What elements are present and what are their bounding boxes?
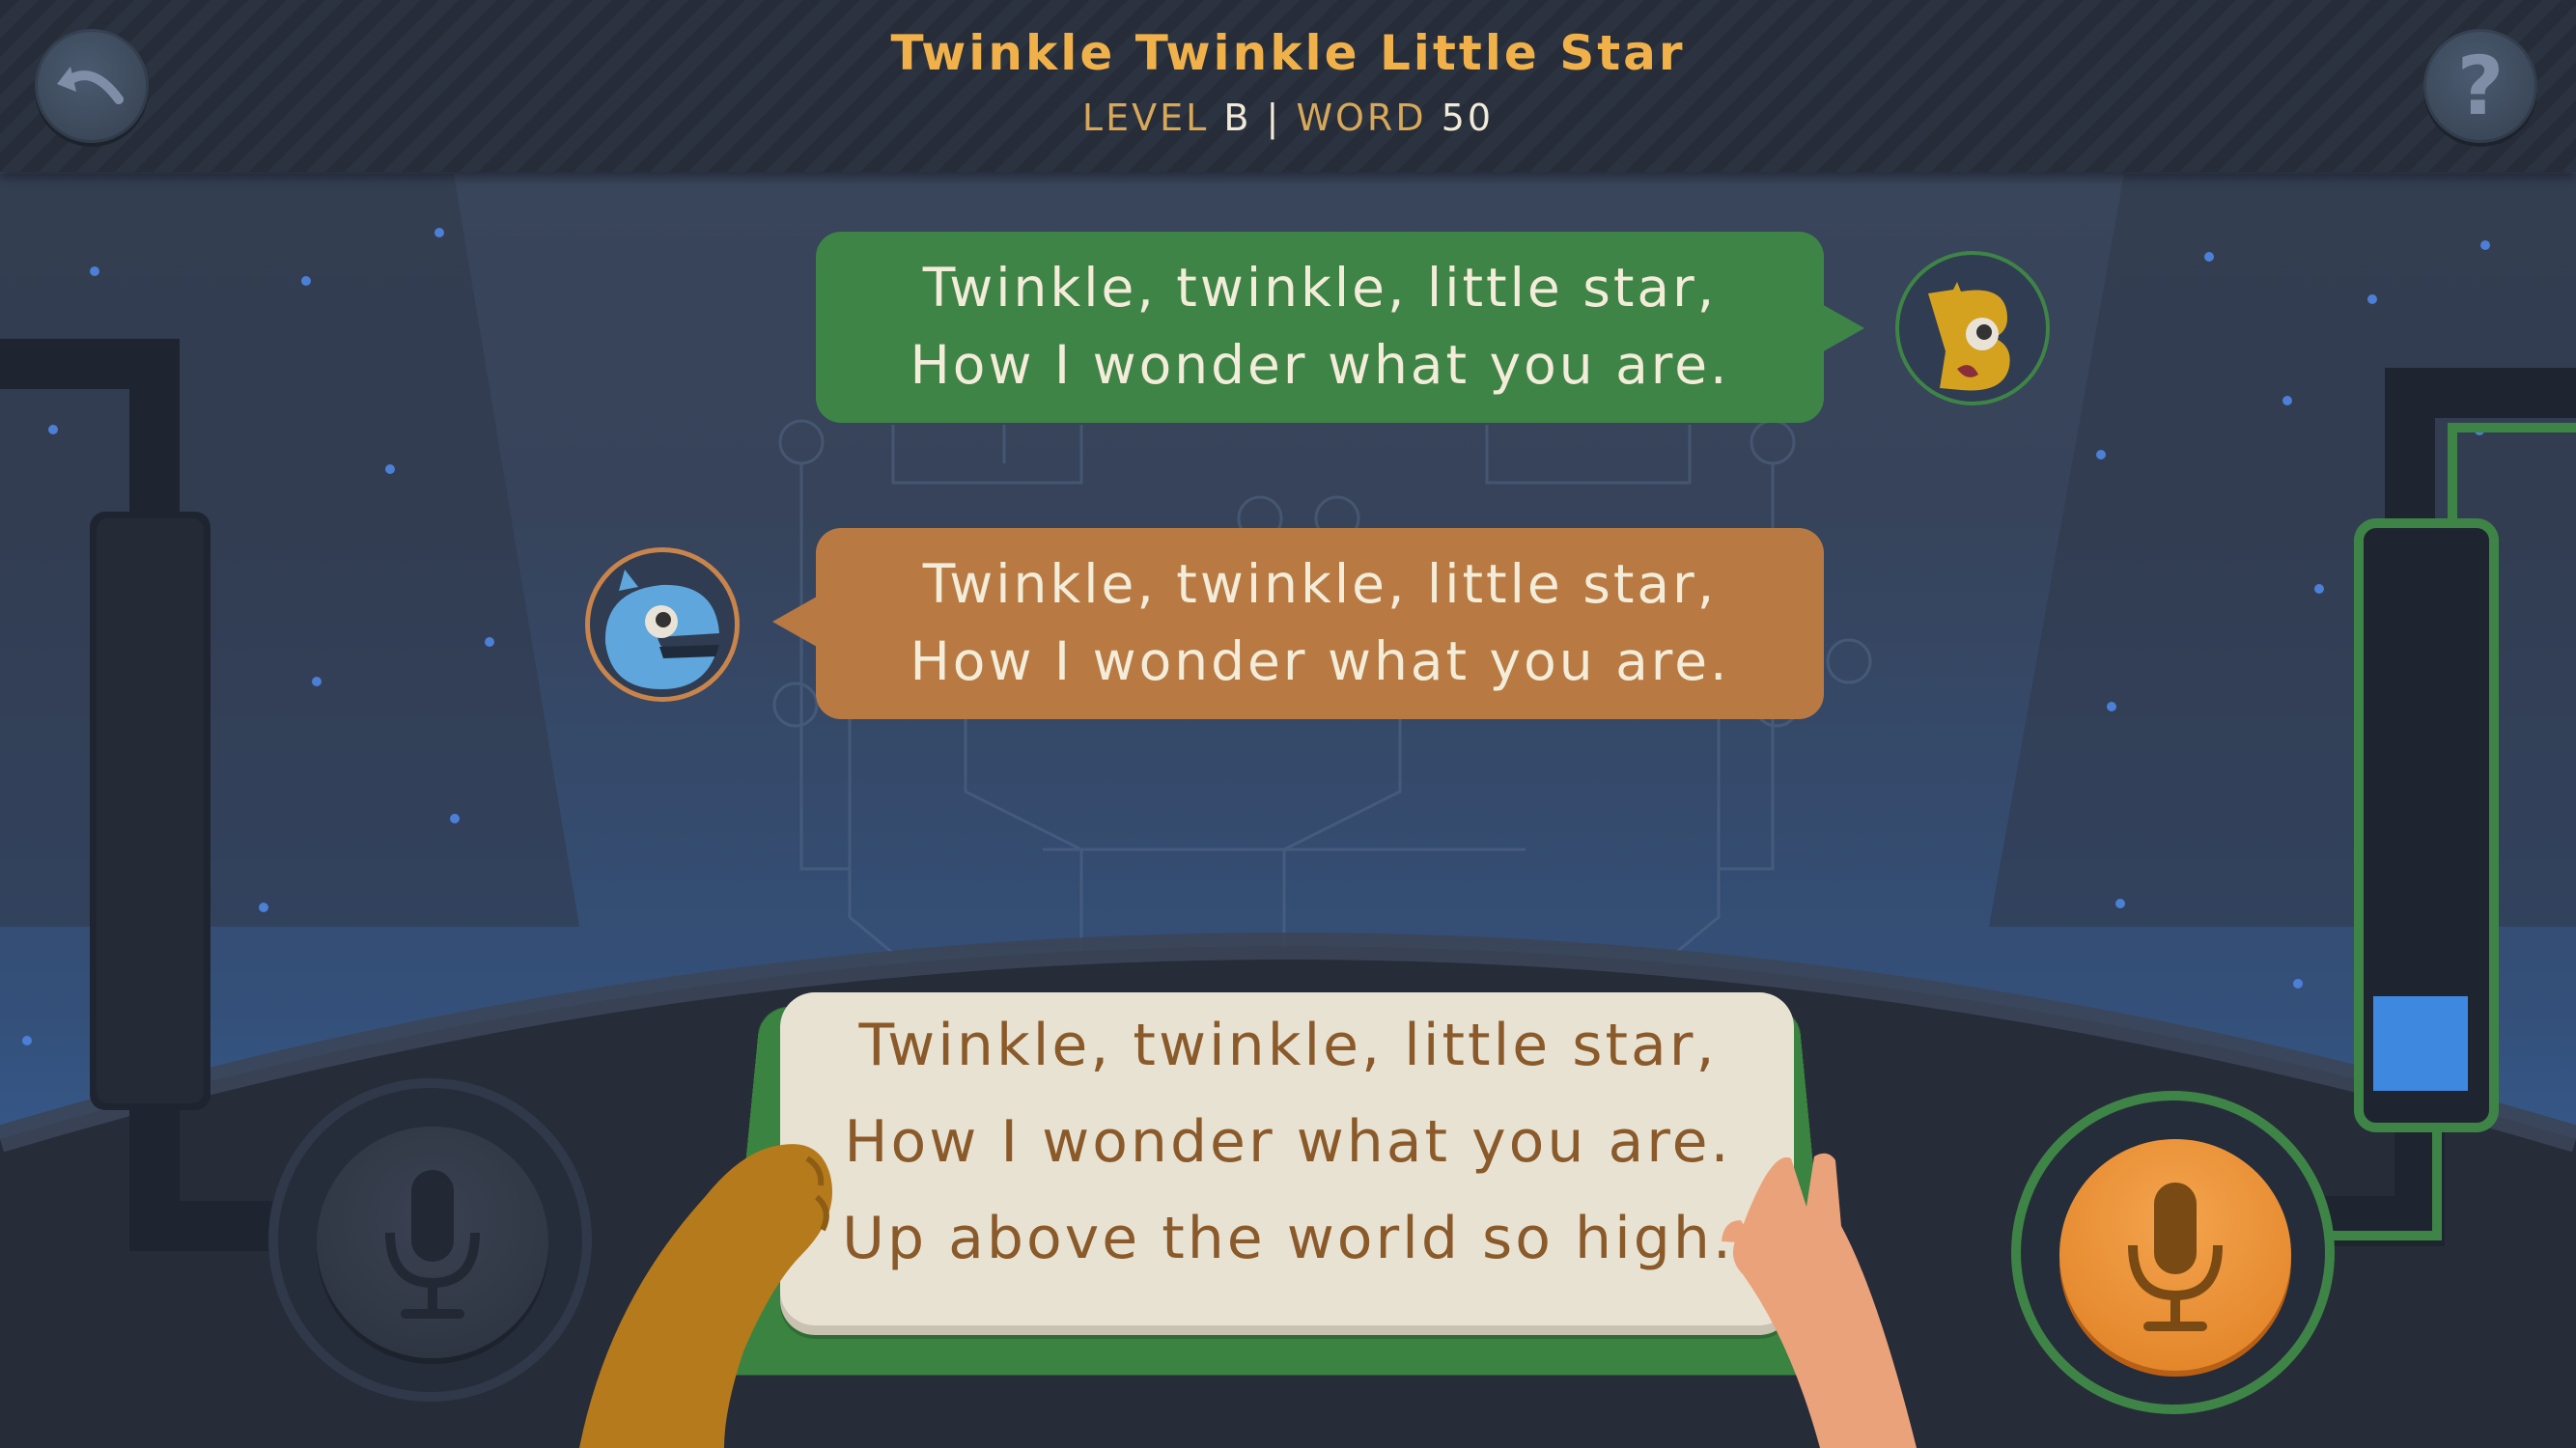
- right-mic-button[interactable]: [2059, 1139, 2291, 1371]
- level-label: LEVEL: [1081, 97, 1210, 139]
- bubble-line: Twinkle, twinkle, little star,: [922, 553, 1718, 615]
- letter-b-character-icon: [1928, 282, 2010, 391]
- paw-hand: [579, 1144, 832, 1448]
- separator: |: [1266, 97, 1282, 139]
- word-value: 50: [1441, 97, 1495, 139]
- bubble-line: How I wonder what you are.: [910, 630, 1730, 692]
- speech-bubble-e: Twinkle, twinkle, little star, How I won…: [816, 528, 1824, 719]
- bubble-tail: [1820, 303, 1864, 353]
- human-hand: [1722, 1153, 1917, 1448]
- bubble-line: How I wonder what you are.: [910, 334, 1730, 396]
- speech-bubble-b: Twinkle, twinkle, little star, How I won…: [816, 232, 1824, 423]
- level-value: B: [1223, 97, 1252, 139]
- game-screen: Twinkle Twinkle Little Star LEVEL B | WO…: [0, 0, 2576, 1448]
- avatar-b: [1895, 251, 2050, 405]
- word-label: WORD: [1296, 97, 1427, 139]
- help-icon: ?: [2456, 39, 2505, 133]
- microphone-icon: [2128, 1183, 2223, 1331]
- letter-e-character-icon: [604, 570, 719, 689]
- song-title: Twinkle Twinkle Little Star: [890, 25, 1686, 81]
- header-bar: Twinkle Twinkle Little Star LEVEL B | WO…: [0, 0, 2576, 172]
- avatar-e: [585, 547, 740, 702]
- help-button[interactable]: ?: [2423, 29, 2537, 143]
- book-line-1: Twinkle, twinkle, little star,: [858, 1012, 1718, 1079]
- microphone-icon: [385, 1170, 480, 1319]
- left-mic-button[interactable]: [317, 1127, 548, 1358]
- bubble-line: Twinkle, twinkle, little star,: [922, 257, 1718, 319]
- bubble-tail: [772, 597, 817, 647]
- level-word-info: LEVEL B | WORD 50: [0, 97, 2576, 139]
